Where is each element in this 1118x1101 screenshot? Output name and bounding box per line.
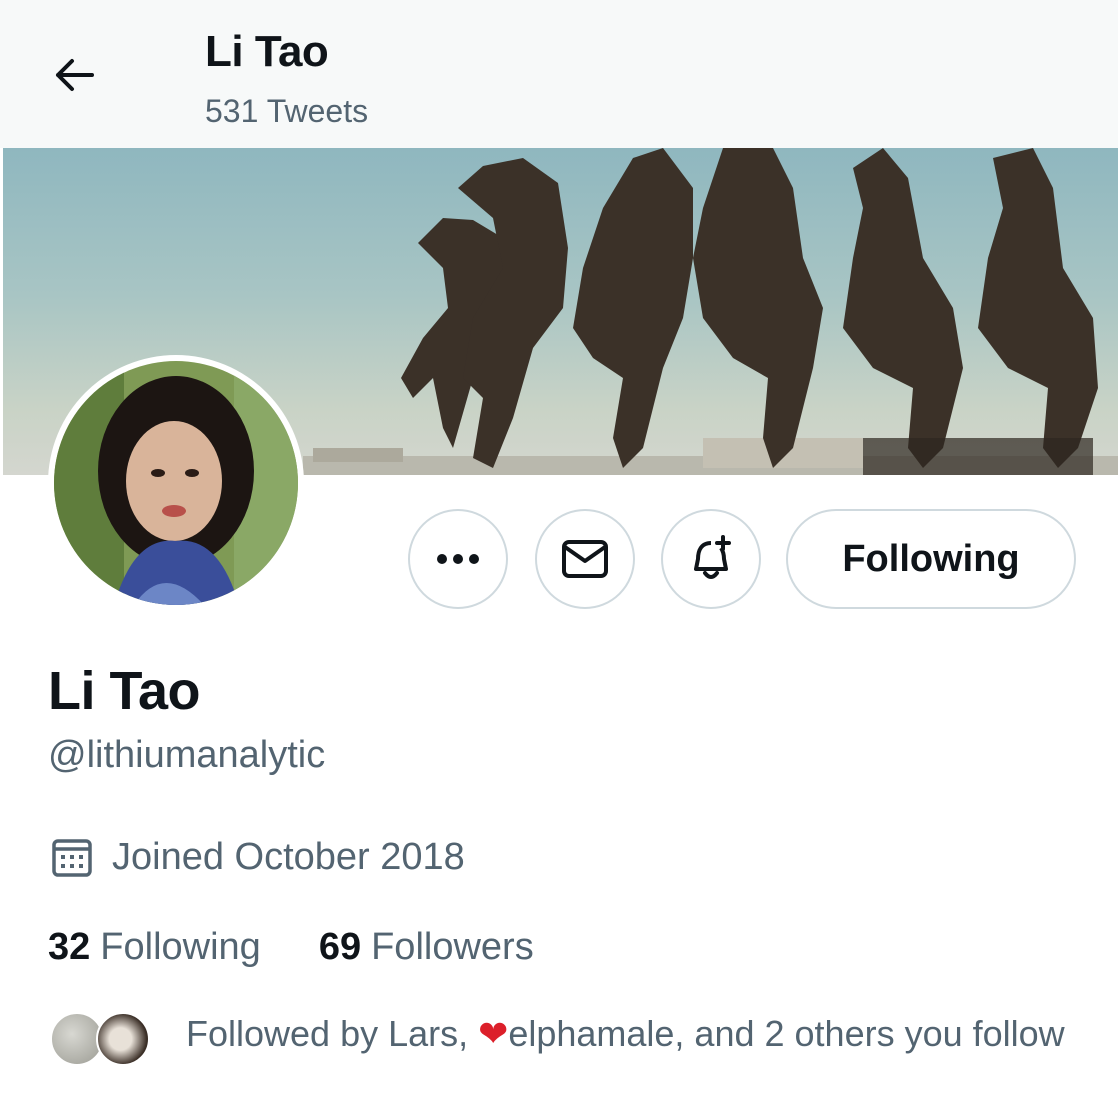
top-bar: Li Tao 531 Tweets <box>0 0 1118 148</box>
calendar-icon <box>52 839 92 877</box>
display-name: Li Tao <box>48 661 201 721</box>
followed-by-prefix: Followed by Lars, <box>186 1013 479 1054</box>
bell-plus-icon <box>694 535 731 579</box>
message-button[interactable] <box>535 509 635 609</box>
user-handle: @lithiumanalytic <box>48 734 326 776</box>
avatar-photo <box>54 361 298 605</box>
following-link[interactable]: 32 Following <box>48 926 261 969</box>
back-button[interactable] <box>42 46 106 104</box>
joined-text: Joined October 2018 <box>112 835 465 878</box>
follow-stats: 32 Following 69 Followers <box>48 926 534 969</box>
followed-by-text[interactable]: Followed by Lars, ❤elphamale, and 2 othe… <box>186 1012 1086 1056</box>
followed-by-suffix: elphamale, and 2 others you follow <box>508 1013 1065 1054</box>
joined-date: Joined October 2018 <box>50 835 465 879</box>
heart-emoji: ❤ <box>478 1013 509 1054</box>
arrow-left-icon <box>56 59 94 91</box>
tweet-count: 531 Tweets <box>205 93 369 129</box>
following-button[interactable]: Following <box>786 509 1076 609</box>
followers-count: 69 <box>318 926 362 968</box>
more-horizontal-icon <box>437 554 479 564</box>
followers-label: Followers <box>371 926 534 968</box>
envelope-icon <box>562 540 608 578</box>
followers-link[interactable]: 69 Followers <box>319 926 534 969</box>
header-title: Li Tao <box>205 27 329 76</box>
follower-avatar <box>96 1012 150 1066</box>
profile-avatar[interactable] <box>48 355 304 611</box>
following-count: 32 <box>48 926 91 968</box>
notify-button[interactable] <box>661 509 761 609</box>
followed-by-avatars[interactable] <box>50 1012 154 1068</box>
more-button[interactable] <box>408 509 508 609</box>
following-label: Following <box>100 926 261 968</box>
